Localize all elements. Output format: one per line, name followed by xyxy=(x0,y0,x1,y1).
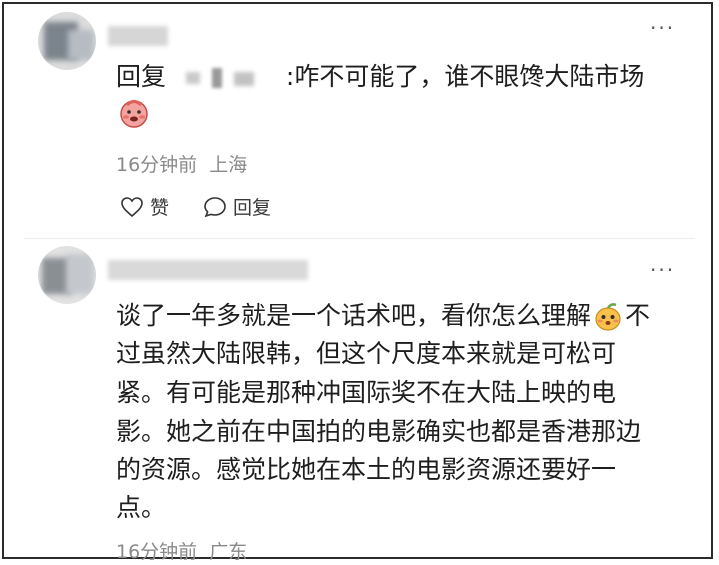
divider xyxy=(24,238,695,239)
more-options-icon[interactable]: ··· xyxy=(650,16,675,40)
timestamp: 16分钟前 xyxy=(116,541,198,563)
comment-line-2: 过虽然大陆限韩，但这个尺度本来就是可松可 xyxy=(116,339,617,368)
reply-text: 回复 :咋不可能了，谁不眼馋大陆市场 xyxy=(116,58,644,95)
timestamp: 16分钟前 xyxy=(116,154,198,176)
username-blurred[interactable] xyxy=(108,260,308,280)
avatar[interactable] xyxy=(38,12,96,70)
like-button[interactable]: 赞 xyxy=(120,193,169,220)
comment-line-1-text: 谈了一年多就是一个话术吧，看你怎么理解 xyxy=(116,301,592,330)
avatar[interactable] xyxy=(38,246,96,304)
reply-prefix: 回复 xyxy=(116,62,167,91)
mango-face-emoji xyxy=(595,303,621,331)
comment-line-5: 的资源。感觉比她在本土的电影资源还要好一 xyxy=(116,455,617,484)
comment-line-1: 谈了一年多就是一个话术吧，看你怎么理解 不 xyxy=(116,297,650,334)
username-blurred[interactable] xyxy=(108,26,168,46)
reply-button[interactable]: 回复 xyxy=(203,193,271,220)
location: 上海 xyxy=(209,154,248,176)
heart-icon xyxy=(121,196,143,217)
comment-meta: 16分钟前 广东 xyxy=(116,537,247,564)
more-options-icon[interactable]: ··· xyxy=(650,258,675,282)
comment-line-6: 点。 xyxy=(116,493,167,522)
location: 广东 xyxy=(209,541,248,563)
comment-actions: 赞 回复 xyxy=(120,193,305,220)
mentioned-user-blurred[interactable] xyxy=(178,66,274,90)
comment-line-1-tail: 不 xyxy=(625,301,651,330)
like-label: 赞 xyxy=(150,197,170,219)
comment-line-3: 紧。有可能是那种冲国际奖不在大陆上映的电 xyxy=(116,378,617,407)
reply-body: :咋不可能了，谁不眼馋大陆市场 xyxy=(285,62,645,91)
comment-line-4: 影。她之前在中国拍的电影确实也都是香港那边 xyxy=(116,417,642,446)
comment-bubble-icon xyxy=(204,196,226,217)
reply-label: 回复 xyxy=(233,197,272,219)
comment-meta: 16分钟前 上海 xyxy=(116,150,247,177)
blushing-face-emoji xyxy=(120,100,148,128)
